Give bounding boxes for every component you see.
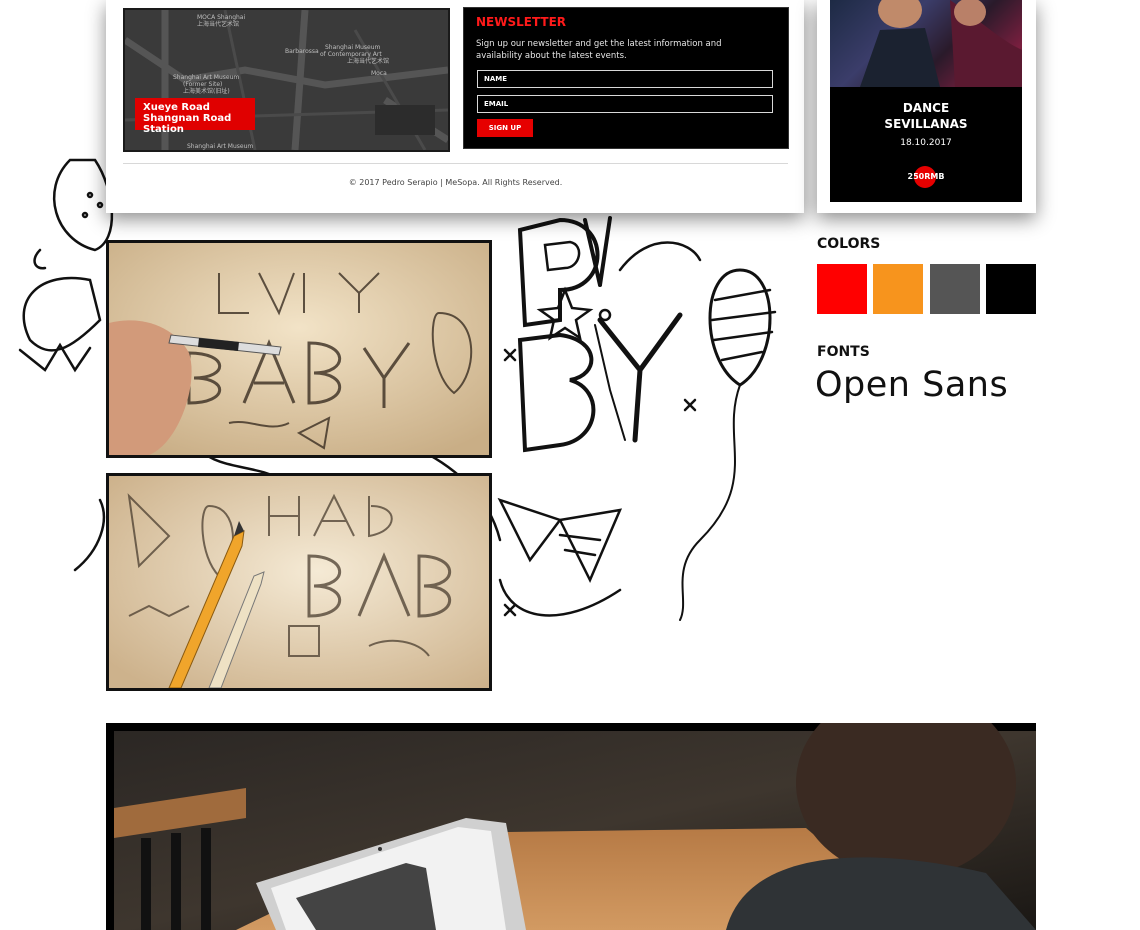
color-swatch-black (986, 264, 1036, 314)
map-label: Shanghai Museum (325, 44, 381, 51)
event-title-line: SEVILLANAS (884, 117, 968, 131)
map-label: 上海美术馆(旧址) (183, 88, 230, 95)
event-price: 250RMB (907, 172, 945, 181)
map-label: Barbarossa (285, 48, 319, 55)
newsletter-description: Sign up our newsletter and get the lates… (476, 39, 722, 61)
email-field[interactable]: EMAIL (477, 95, 773, 113)
dancer-figure (860, 0, 1022, 87)
event-price-badge[interactable]: 250RMB (902, 164, 950, 192)
footer-divider (123, 163, 788, 164)
website-mockup-card: MOCA Shanghai 上海当代艺术馆 Barbarossa Shangha… (106, 0, 804, 213)
laptop-scene (114, 723, 1036, 930)
map-label: of Contemporary Art (320, 51, 382, 58)
map-label: Shanghai Art Museum (187, 143, 254, 150)
color-swatch-gray (930, 264, 980, 314)
newsletter-title: NEWSLETTER (476, 15, 567, 29)
sketch-photo-hand (106, 240, 492, 458)
newsletter-panel: NEWSLETTER Sign up our newsletter and ge… (463, 7, 789, 149)
colors-heading: COLORS (817, 236, 881, 252)
event-title: DANCE SEVILLANAS (830, 100, 1022, 132)
dancer-photo (830, 0, 1022, 87)
color-swatch-orange (873, 264, 923, 314)
map-label: Moca (371, 70, 387, 77)
map-label: 上海当代艺术馆 (197, 21, 240, 28)
color-swatch-red (817, 264, 867, 314)
sketch-photo-pencils (106, 473, 492, 691)
map-label: MOCA Shanghai (197, 14, 246, 21)
laptop-photo (106, 723, 1036, 930)
sketch-drawing (109, 476, 489, 688)
sketch-drawing (109, 243, 489, 455)
station-badge[interactable]: Xueye Road Shangnan Road Station (135, 98, 255, 135)
event-title-line: DANCE (902, 101, 950, 115)
map-label: (Former Site) (183, 81, 223, 88)
name-field[interactable]: NAME (477, 70, 773, 88)
location-map[interactable]: MOCA Shanghai 上海当代艺术馆 Barbarossa Shangha… (123, 8, 450, 152)
map-label: Shanghai Art Museum (173, 74, 240, 81)
event-date: 18.10.2017 (900, 138, 952, 148)
signup-button[interactable]: SIGN UP (477, 119, 533, 137)
font-sample: Open Sans (815, 365, 1009, 405)
fonts-heading: FONTS (817, 344, 870, 360)
event-card: DANCE SEVILLANAS 18.10.2017 250RMB (817, 0, 1036, 213)
map-label: 上海当代艺术馆 (347, 58, 390, 65)
event-poster[interactable]: DANCE SEVILLANAS 18.10.2017 250RMB (830, 0, 1022, 202)
site-footer-copyright: © 2017 Pedro Serapio | MeSopa. All Right… (348, 178, 563, 187)
